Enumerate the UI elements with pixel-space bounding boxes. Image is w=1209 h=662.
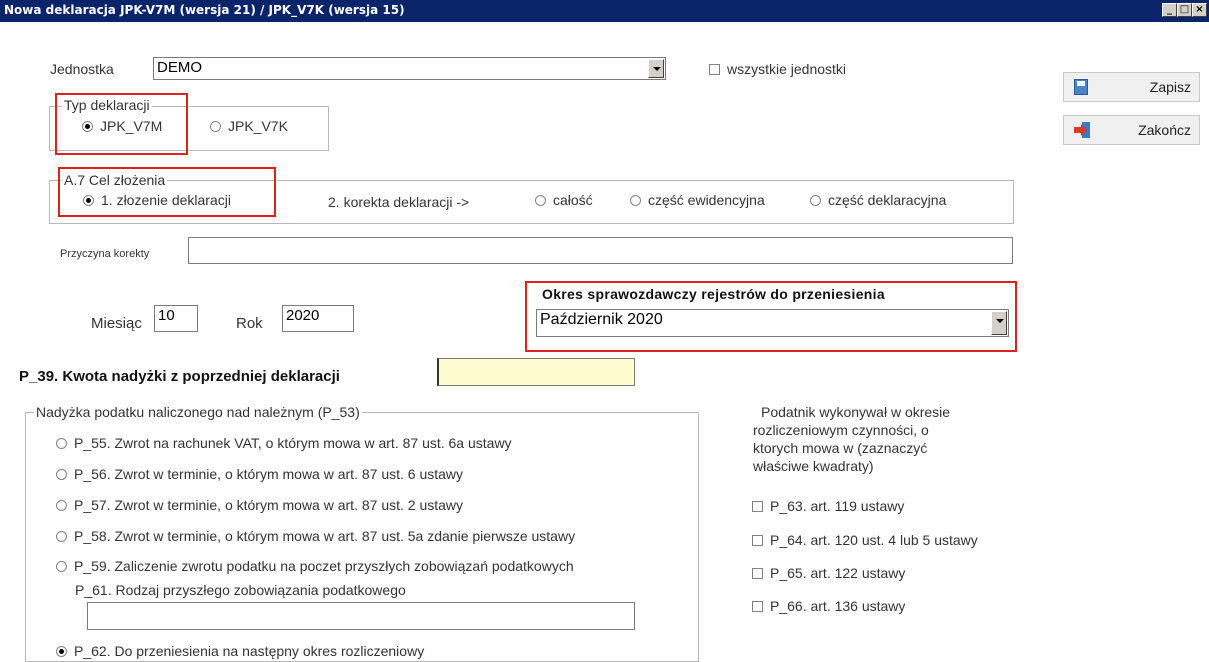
checkbox-p64[interactable]: P_64. art. 120 ust. 4 lub 5 ustawy bbox=[752, 532, 978, 548]
radio-deklaracyjna-label: część deklaracyjna bbox=[828, 192, 947, 208]
floppy-disk-icon bbox=[1074, 79, 1088, 95]
rok-value: 2020 bbox=[286, 307, 320, 324]
radio-p56-button[interactable] bbox=[56, 468, 67, 480]
jednostka-select[interactable]: DEMO bbox=[153, 57, 666, 80]
nadwyzka-legend: Nadyżka podatku naliczonego nad należnym… bbox=[34, 404, 362, 420]
save-label: Zapisz bbox=[1149, 79, 1191, 95]
checkbox-p66-label: P_66. art. 136 ustawy bbox=[770, 598, 906, 614]
radio-ewidencyjna-label: część ewidencyjna bbox=[648, 192, 765, 208]
jednostka-value: DEMO bbox=[157, 59, 202, 76]
highlight-cel bbox=[58, 167, 276, 217]
radio-calosc-label: całość bbox=[553, 192, 593, 208]
radio-ewidencyjna[interactable]: część ewidencyjna bbox=[630, 192, 765, 208]
all-units-checkbox[interactable] bbox=[709, 63, 720, 75]
p61-input[interactable] bbox=[87, 602, 635, 630]
checkbox-p63-label: P_63. art. 119 ustawy bbox=[770, 498, 905, 514]
checkbox-p66[interactable]: P_66. art. 136 ustawy bbox=[752, 598, 905, 614]
checkbox-p63[interactable]: P_63. art. 119 ustawy bbox=[752, 498, 904, 514]
window-title: Nowa deklaracja JPK-V7M (wersja 21) / JP… bbox=[4, 3, 405, 17]
radio-p62-button[interactable] bbox=[56, 645, 67, 657]
radio-ewidencyjna-button[interactable] bbox=[630, 194, 641, 206]
checkbox-p65[interactable]: P_65. art. 122 ustawy bbox=[752, 565, 905, 581]
radio-jpk-v7k[interactable]: JPK_V7K bbox=[210, 118, 288, 134]
radio-p62[interactable]: P_62. Do przeniesienia na następny okres… bbox=[56, 643, 424, 659]
radio-p56-label: P_56. Zwrot w terminie, o którym mowa w … bbox=[74, 466, 464, 482]
radio-deklaracyjna-button[interactable] bbox=[810, 194, 821, 206]
close-button[interactable]: × bbox=[1192, 3, 1207, 17]
registers-select[interactable]: Październik 2020 bbox=[536, 309, 1009, 337]
maximize-button[interactable]: □ bbox=[1177, 3, 1192, 17]
rok-label: Rok bbox=[236, 315, 263, 332]
radio-p56[interactable]: P_56. Zwrot w terminie, o którym mowa w … bbox=[56, 466, 463, 482]
all-units-option[interactable]: wszystkie jednostki bbox=[709, 61, 846, 77]
checkbox-p64-label: P_64. art. 120 ust. 4 lub 5 ustawy bbox=[770, 532, 978, 548]
title-bar: Nowa deklaracja JPK-V7M (wersja 21) / JP… bbox=[0, 0, 1209, 22]
radio-calosc-button[interactable] bbox=[535, 194, 546, 206]
czynnosci-heading: Podatnik wykonywał w okresie rozliczenio… bbox=[753, 404, 951, 474]
radio-calosc[interactable]: całość bbox=[535, 192, 593, 208]
p61-label: P_61. Rodzaj przyszłego zobowiązania pod… bbox=[75, 582, 406, 598]
radio-p57-button[interactable] bbox=[56, 499, 67, 511]
radio-p59[interactable]: P_59. Zaliczenie zwrotu podatku na pocze… bbox=[56, 558, 574, 574]
exit-button[interactable]: Zakończ bbox=[1063, 115, 1200, 145]
rok-input[interactable]: 2020 bbox=[282, 305, 354, 332]
checkbox-p65-label: P_65. art. 122 ustawy bbox=[770, 565, 906, 581]
radio-p59-button[interactable] bbox=[56, 560, 67, 572]
miesiac-label: Miesiąc bbox=[91, 315, 142, 332]
miesiac-input[interactable]: 10 bbox=[154, 305, 198, 332]
radio-p58-label: P_58. Zwrot w terminie, o którym mowa w … bbox=[74, 528, 576, 544]
p39-label: P_39. Kwota nadyżki z poprzedniej deklar… bbox=[19, 368, 340, 385]
radio-p55-button[interactable] bbox=[56, 437, 67, 449]
radio-p55[interactable]: P_55. Zwrot na rachunek VAT, o którym mo… bbox=[56, 435, 512, 451]
checkbox-p63-box[interactable] bbox=[752, 500, 763, 512]
registers-label: Okres sprawozdawczy rejestrów do przenie… bbox=[542, 286, 885, 302]
przyczyna-input[interactable] bbox=[188, 237, 1013, 264]
jednostka-label: Jednostka bbox=[50, 61, 114, 77]
checkbox-p66-box[interactable] bbox=[752, 600, 763, 612]
save-button[interactable]: Zapisz bbox=[1063, 72, 1200, 102]
radio-p58-button[interactable] bbox=[56, 530, 67, 542]
all-units-label: wszystkie jednostki bbox=[727, 61, 847, 77]
radio-p59-label: P_59. Zaliczenie zwrotu podatku na pocze… bbox=[74, 558, 574, 574]
radio-p57[interactable]: P_57. Zwrot w terminie, o którym mowa w … bbox=[56, 497, 463, 513]
checkbox-p65-box[interactable] bbox=[752, 567, 763, 579]
miesiac-value: 10 bbox=[158, 307, 175, 324]
chevron-down-icon[interactable] bbox=[648, 59, 664, 78]
p39-input[interactable] bbox=[437, 358, 635, 386]
registers-value: Październik 2020 bbox=[540, 311, 663, 328]
chevron-down-icon[interactable] bbox=[991, 311, 1007, 335]
radio-jpk-v7k-label: JPK_V7K bbox=[228, 118, 288, 134]
radio-jpk-v7k-button[interactable] bbox=[210, 120, 221, 132]
checkbox-p64-box[interactable] bbox=[752, 534, 763, 546]
radio-p55-label: P_55. Zwrot na rachunek VAT, o którym mo… bbox=[74, 435, 512, 451]
exit-door-icon bbox=[1074, 122, 1090, 138]
highlight-typ bbox=[55, 93, 188, 155]
window-controls: _ □ × bbox=[1162, 3, 1207, 17]
radio-p57-label: P_57. Zwrot w terminie, o którym mowa w … bbox=[74, 497, 464, 513]
exit-label: Zakończ bbox=[1138, 122, 1191, 138]
radio-p62-label: P_62. Do przeniesienia na następny okres… bbox=[74, 643, 425, 659]
przyczyna-label: Przyczyna korekty bbox=[60, 248, 150, 260]
radio-deklaracyjna[interactable]: część deklaracyjna bbox=[810, 192, 946, 208]
radio-p58[interactable]: P_58. Zwrot w terminie, o którym mowa w … bbox=[56, 528, 575, 544]
minimize-button[interactable]: _ bbox=[1162, 3, 1177, 17]
korekta-label: 2. korekta deklaracji -> bbox=[328, 194, 470, 210]
